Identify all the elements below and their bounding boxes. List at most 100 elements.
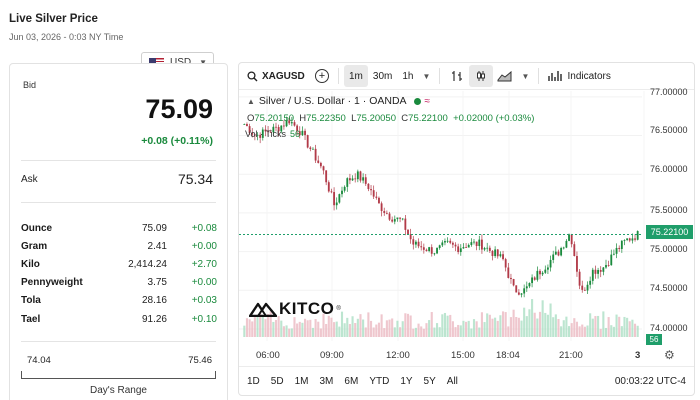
range-all[interactable]: All [447, 376, 458, 387]
candle-body [544, 269, 547, 273]
time-tick: 3 [635, 350, 641, 361]
volume-bar [372, 327, 375, 337]
volume-bar [362, 319, 365, 337]
symbol-label: XAGUSD [262, 70, 305, 82]
candle-body [393, 219, 396, 222]
symbol-search[interactable]: XAGUSD [239, 65, 311, 87]
interval-1h[interactable]: 1h [397, 65, 418, 87]
volume-bar [499, 315, 502, 337]
indicators-button[interactable]: Indicators [544, 65, 614, 87]
volume-bar [533, 312, 536, 337]
candle-body [372, 190, 375, 197]
range-3m[interactable]: 3M [320, 376, 334, 387]
candle-body [354, 178, 357, 180]
range-selector: 1D 5D 1M 3M 6M YTD 1Y 5Y All 00:03:22 UT… [239, 366, 694, 395]
range-6m[interactable]: 6M [344, 376, 358, 387]
volume-bar [520, 320, 523, 337]
volume-bar [369, 320, 373, 337]
range-1m[interactable]: 1M [295, 376, 309, 387]
volume-bar [462, 320, 465, 337]
chevron-down-icon[interactable]: ▼ [517, 65, 533, 87]
candle-body [626, 238, 629, 240]
volume-bar [433, 327, 436, 337]
volume-bar [356, 318, 359, 337]
unit-price-table: Ounce 75.09 +0.08 Gram 2.41 +0.00 Kilo 2… [21, 219, 217, 328]
volume-bar [303, 318, 307, 337]
volume-bar [631, 319, 634, 337]
range-1y[interactable]: 1Y [400, 376, 412, 387]
volume-bar [488, 314, 491, 337]
unit-change: +0.00 [191, 277, 217, 289]
candle-body [436, 247, 438, 254]
toolbar-divider [338, 68, 339, 84]
candle-style-button[interactable] [469, 65, 494, 87]
candle-body [401, 218, 404, 220]
range-5d[interactable]: 5D [271, 376, 284, 387]
unit-name: Tola [21, 295, 41, 307]
search-icon [247, 70, 258, 81]
volume-bar [509, 317, 513, 337]
candle-body [430, 247, 433, 254]
candle-body [380, 203, 383, 212]
volume-bar [253, 317, 256, 337]
volume-label: Vol · Ticks [245, 129, 287, 139]
candle-body [441, 242, 444, 246]
bid-label: Bid [23, 80, 37, 90]
volume-bar [586, 325, 589, 337]
chevron-down-icon[interactable]: ▼ [418, 65, 434, 87]
volume-bar [301, 322, 304, 337]
volume-bar [380, 314, 383, 337]
volume-bar [412, 328, 415, 337]
volume-bar [486, 313, 489, 337]
candle-body [388, 213, 391, 220]
volume-bar [383, 328, 386, 337]
volume-bar [578, 326, 581, 337]
candle-body [383, 211, 386, 213]
volume-bar [404, 313, 407, 337]
candle-body [243, 124, 246, 125]
candle-body [486, 247, 489, 249]
candle-body [515, 285, 518, 293]
interval-30m[interactable]: 30m [368, 65, 397, 87]
divider [21, 202, 216, 203]
candle-body [348, 178, 351, 181]
volume-bar [549, 303, 552, 337]
candle-body [327, 182, 330, 192]
symbol-name: Silver / U.S. Dollar · 1 · OANDA [258, 95, 407, 107]
candle-body [446, 240, 449, 242]
range-5y[interactable]: 5Y [424, 376, 436, 387]
candle-body [428, 247, 431, 251]
chart-toolbar: XAGUSD + 1m 30m 1h ▼ ▼ Indicators [239, 63, 694, 90]
volume-bar [296, 323, 299, 337]
compare-button[interactable]: + [311, 65, 333, 87]
gear-icon[interactable]: ⚙ [664, 348, 675, 362]
candle-body [573, 244, 576, 257]
range-ytd[interactable]: YTD [369, 376, 389, 387]
area-style-button[interactable] [493, 65, 517, 87]
volume-bar [459, 325, 462, 337]
candle-body [454, 244, 457, 247]
candle-body [378, 197, 380, 204]
bar-style-button[interactable] [445, 65, 469, 87]
volume-bar [441, 314, 444, 337]
range-1d[interactable]: 1D [247, 376, 260, 387]
candlestick-chart[interactable] [239, 91, 694, 367]
interval-1m[interactable]: 1m [344, 65, 368, 87]
candle-body [385, 212, 388, 214]
volume-bar [470, 328, 473, 337]
candle-body [356, 171, 359, 180]
candle-body [438, 245, 441, 248]
candle-body [470, 242, 473, 245]
volume-bar [583, 326, 586, 337]
volume-bar [261, 316, 264, 337]
ohlc-high: 75.22350 [306, 113, 346, 124]
unit-row: Kilo 2,414.24 +2.70 [21, 255, 217, 273]
volume-bar [491, 318, 494, 337]
volume-bar [443, 312, 447, 337]
candle-body [478, 239, 481, 247]
volume-bar [274, 319, 278, 337]
volume-bar [335, 321, 338, 337]
candle-body [282, 125, 285, 127]
candle-body [325, 170, 328, 183]
volume-bar [422, 328, 425, 337]
